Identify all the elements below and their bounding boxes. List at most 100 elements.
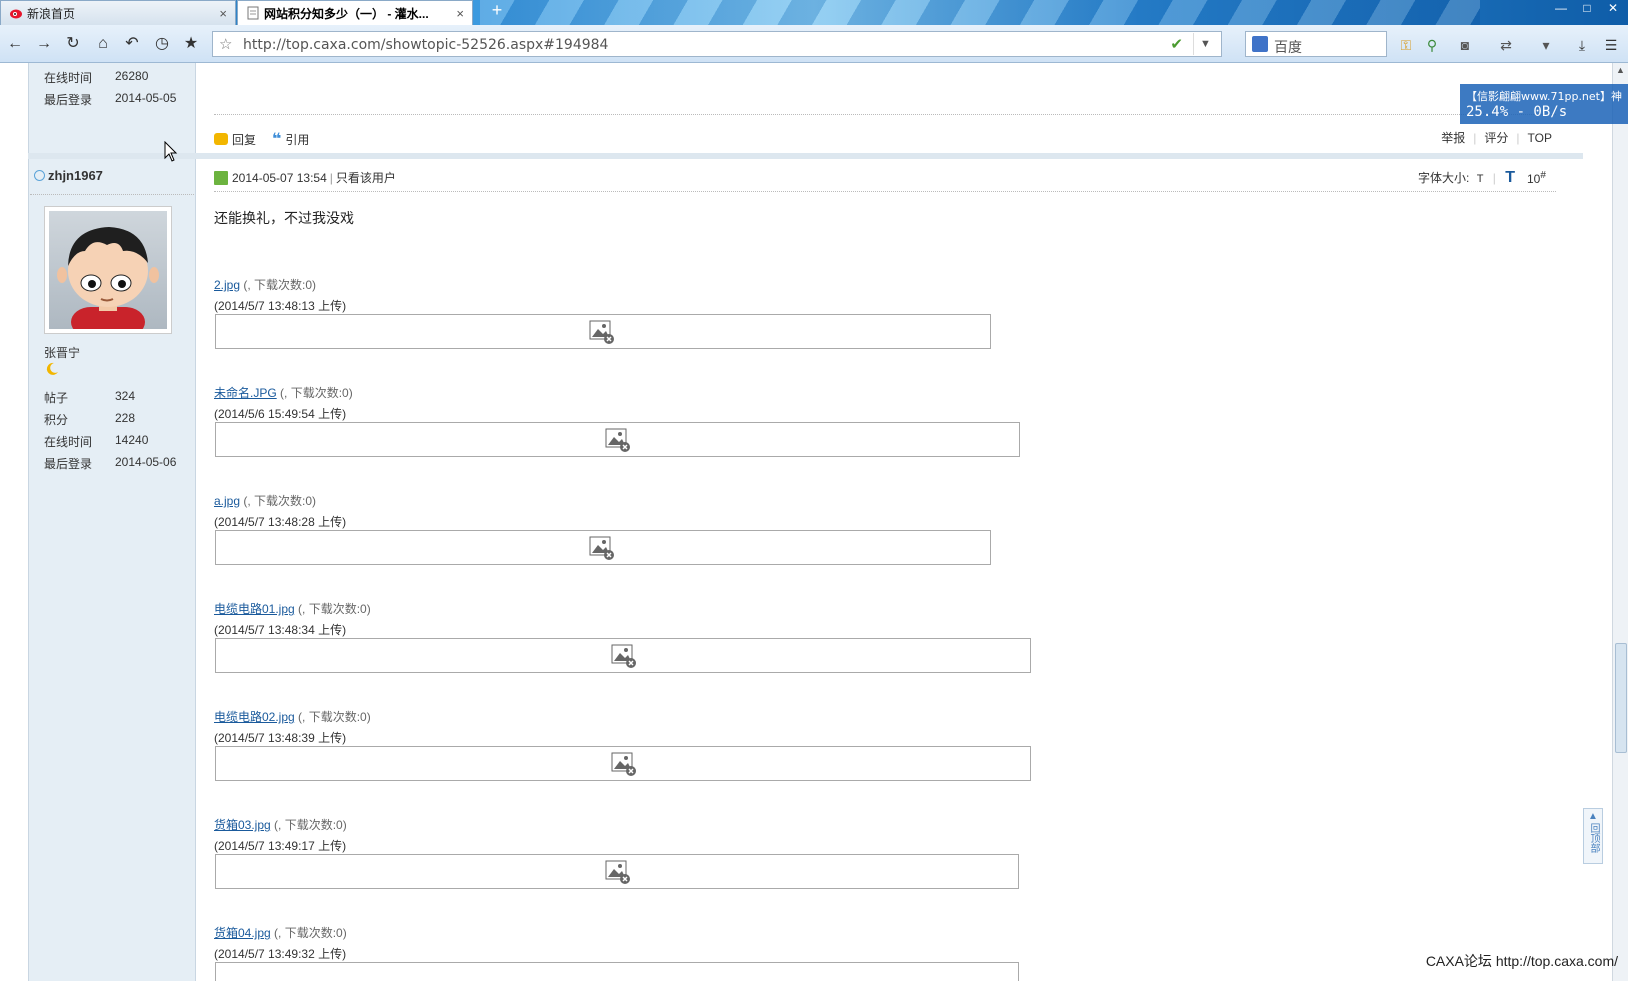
back-arrow-icon[interactable]: ← [4, 34, 26, 54]
divider [214, 114, 1556, 115]
minimize-button[interactable]: — [1548, 0, 1574, 18]
quote-icon[interactable]: ❝ [272, 129, 281, 149]
reply-icon[interactable] [214, 133, 228, 145]
history-icon[interactable]: ◷ [151, 34, 173, 54]
attachment-link[interactable]: 2.jpg [214, 278, 240, 292]
translate-icon[interactable]: ⇄ [1496, 36, 1516, 54]
attachment-download-count: (, 下载次数:0) [243, 278, 317, 292]
search-box[interactable]: 百度 [1245, 31, 1387, 57]
attachment-download-count: (, 下载次数:0) [298, 710, 371, 724]
stat-value: 324 [115, 389, 136, 403]
maximize-button[interactable]: □ [1574, 0, 1600, 18]
attachment-upload-date: (2014/5/7 13:48:39 上传) [214, 731, 347, 745]
floor-number: 10# [1527, 170, 1546, 186]
separator: | [329, 170, 333, 185]
scroll-thumb[interactable] [1615, 643, 1627, 753]
refresh-icon[interactable]: ↻ [62, 34, 84, 54]
attachment-link[interactable]: 货箱03.jpg [214, 818, 271, 832]
download-icon[interactable]: ⤓ [1572, 36, 1592, 54]
avatar[interactable] [44, 206, 172, 334]
broken-image-icon [605, 427, 631, 453]
attachment-upload-date: (2014/5/7 13:48:28 上传) [214, 515, 347, 529]
attachment-title: 货箱03.jpg (, 下载次数:0) [214, 816, 347, 833]
broken-image-icon [611, 751, 637, 777]
favorites-star-icon[interactable]: ★ [180, 34, 202, 54]
quote-link[interactable]: 引用 [285, 131, 309, 148]
vertical-scrollbar[interactable]: ▲ [1612, 63, 1628, 981]
attachment-download-count: (, 下载次数:0) [243, 494, 317, 508]
attachment-image[interactable] [215, 962, 1019, 981]
back-to-top-button[interactable]: ▲ 回顶部 [1583, 808, 1603, 864]
address-bar[interactable]: ☆ http://top.caxa.com/showtopic-52526.as… [212, 31, 1222, 57]
attachment-link[interactable]: 电缆电路02.jpg [214, 710, 295, 724]
attachment-upload-date: (2014/5/7 13:48:13 上传) [214, 299, 347, 313]
menu-dropdown-icon[interactable]: ▾ [1536, 36, 1556, 54]
key-icon[interactable]: ⚿ [1396, 36, 1416, 54]
only-this-user-link[interactable]: 只看该用户 [336, 169, 396, 186]
attachment-link[interactable]: a.jpg [214, 494, 240, 508]
attachment-image[interactable] [215, 854, 1019, 889]
attachment-upload-date: (2014/5/6 15:49:54 上传) [214, 407, 347, 421]
tab-close-icon[interactable]: × [456, 6, 464, 21]
close-window-button[interactable]: ✕ [1600, 0, 1626, 18]
username[interactable]: zhjn1967 [48, 168, 103, 183]
separator: | [1516, 131, 1520, 145]
home-icon[interactable]: ⌂ [92, 34, 114, 54]
attachment-image[interactable] [215, 638, 1031, 673]
report-link[interactable]: 举报 [1441, 131, 1465, 145]
attachment-image[interactable] [215, 746, 1031, 781]
weibo-icon [9, 6, 23, 20]
floor-value: 10 [1527, 172, 1541, 186]
attachment-title: 未命名.JPG (, 下载次数:0) [214, 384, 353, 401]
font-small-button[interactable]: T [1477, 173, 1484, 185]
stat-value: 2014-05-05 [115, 91, 177, 105]
bookmark-star-icon[interactable]: ☆ [219, 35, 232, 53]
baidu-engine-icon[interactable] [1252, 36, 1268, 52]
watermark-footer: CAXA论坛 http://top.caxa.com/ [1425, 953, 1618, 969]
forward-arrow-icon[interactable]: → [33, 34, 55, 54]
user-info-column: 在线时间 26280 最后登录 2014-05-05 张晋宁 帖子 324 积分… [28, 63, 196, 981]
attachment-link[interactable]: 货箱04.jpg [214, 926, 271, 940]
attachment-image[interactable] [215, 530, 991, 565]
attachment-image[interactable] [215, 314, 991, 349]
overlay-title: 【信影翩翩www.71pp.net】神 [1466, 90, 1622, 103]
post-meta: 2014-05-07 13:54 | 只看该用户 [214, 169, 396, 186]
scroll-up-icon[interactable]: ▲ [1616, 65, 1626, 75]
user-real-name: 张晋宁 [44, 346, 81, 360]
tab-label: 网站积分知多少（一） - 灌水... [264, 6, 429, 21]
undo-close-icon[interactable]: ↶ [121, 34, 143, 54]
url-dropdown-icon[interactable]: ▼ [1193, 33, 1217, 55]
post-actions: 回复 ❝ 引用 [214, 129, 309, 149]
stat-label: 最后登录 [44, 93, 93, 107]
author-name[interactable]: zhjn1967 [34, 168, 103, 183]
broken-image-icon [605, 859, 631, 885]
camera-icon[interactable]: ◙ [1455, 36, 1475, 54]
post-separator [28, 153, 1583, 159]
moon-rank-icon [44, 361, 60, 380]
url-text[interactable]: http://top.caxa.com/showtopic-52526.aspx… [243, 37, 608, 53]
tab-sina-home[interactable]: 新浪首页 × [0, 0, 236, 25]
post-datetime: 2014-05-07 13:54 [232, 170, 327, 185]
tab-forum-topic[interactable]: 网站积分知多少（一） - 灌水... × [237, 0, 473, 25]
rate-link[interactable]: 评分 [1484, 131, 1508, 145]
navigation-bar: ← → ↻ ⌂ ↶ ◷ ★ ☆ http://top.caxa.com/show… [0, 25, 1628, 63]
attachment-link[interactable]: 未命名.JPG [214, 386, 277, 400]
divider [30, 194, 194, 195]
top-link[interactable]: TOP [1528, 131, 1552, 145]
new-tab-button[interactable]: + [486, 0, 508, 22]
post-author-icon [214, 170, 228, 185]
zoom-icon[interactable]: ⚲ [1422, 36, 1442, 54]
attachment-image[interactable] [215, 422, 1020, 457]
reply-link[interactable]: 回复 [232, 131, 256, 148]
font-large-button[interactable]: T [1505, 169, 1515, 186]
divider [214, 191, 1556, 192]
attachment-title: 2.jpg (, 下载次数:0) [214, 276, 316, 293]
attachment-upload-date: (2014/5/7 13:49:32 上传) [214, 947, 347, 961]
tab-close-icon[interactable]: × [219, 6, 227, 21]
attachment-link[interactable]: 电缆电路01.jpg [214, 602, 295, 616]
font-size-label: 字体大小: [1418, 171, 1470, 185]
attachment-upload-date: (2014/5/7 13:48:34 上传) [214, 623, 347, 637]
compat-mode-icon[interactable]: ✔ [1170, 35, 1183, 53]
main-menu-icon[interactable]: ☰ [1601, 36, 1621, 54]
attachment-title: 货箱04.jpg (, 下载次数:0) [214, 924, 347, 941]
